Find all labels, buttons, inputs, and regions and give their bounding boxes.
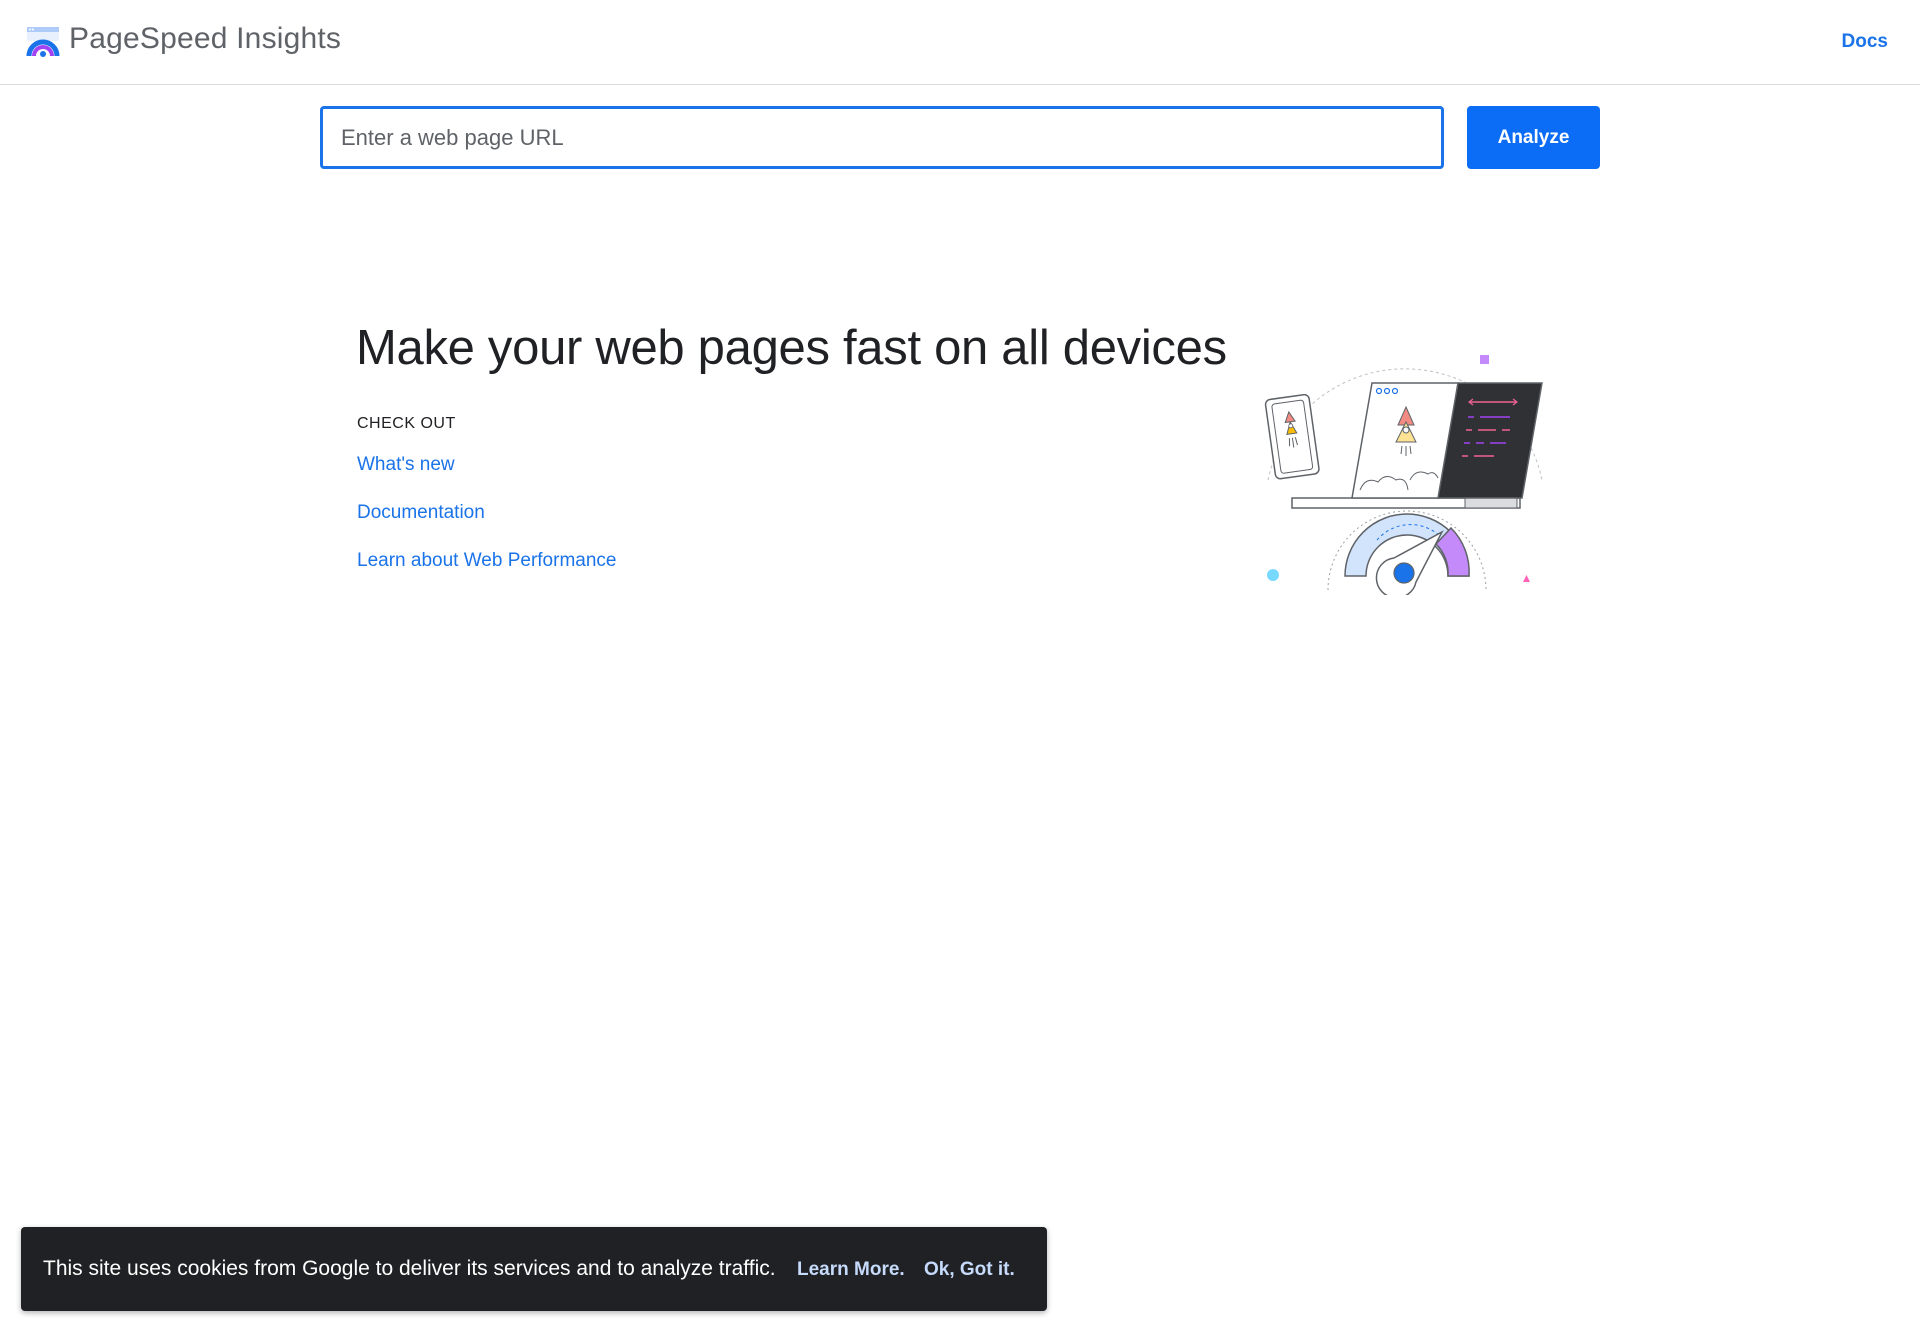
devices-speed-illustration xyxy=(1264,355,1543,595)
cookie-message: This site uses cookies from Google to de… xyxy=(43,1257,776,1280)
analyze-button[interactable]: Analyze xyxy=(1467,106,1600,169)
learn-web-performance-link[interactable]: Learn about Web Performance xyxy=(357,550,616,572)
page-headline: Make your web pages fast on all devices xyxy=(356,321,1227,375)
cookie-banner: This site uses cookies from Google to de… xyxy=(21,1227,1047,1311)
check-out-label: CHECK OUT xyxy=(357,415,456,432)
documentation-link[interactable]: Documentation xyxy=(357,502,485,524)
whats-new-link[interactable]: What's new xyxy=(357,454,455,476)
pagespeed-logo-icon xyxy=(26,27,60,57)
app-title: PageSpeed Insights xyxy=(69,22,342,55)
top-app-bar: PageSpeed Insights Docs xyxy=(0,0,1920,85)
cookie-learn-more-link[interactable]: Learn More. xyxy=(797,1259,905,1281)
url-input[interactable] xyxy=(320,106,1444,169)
cookie-ok-button[interactable]: Ok, Got it. xyxy=(924,1259,1015,1281)
docs-link[interactable]: Docs xyxy=(1842,31,1888,53)
